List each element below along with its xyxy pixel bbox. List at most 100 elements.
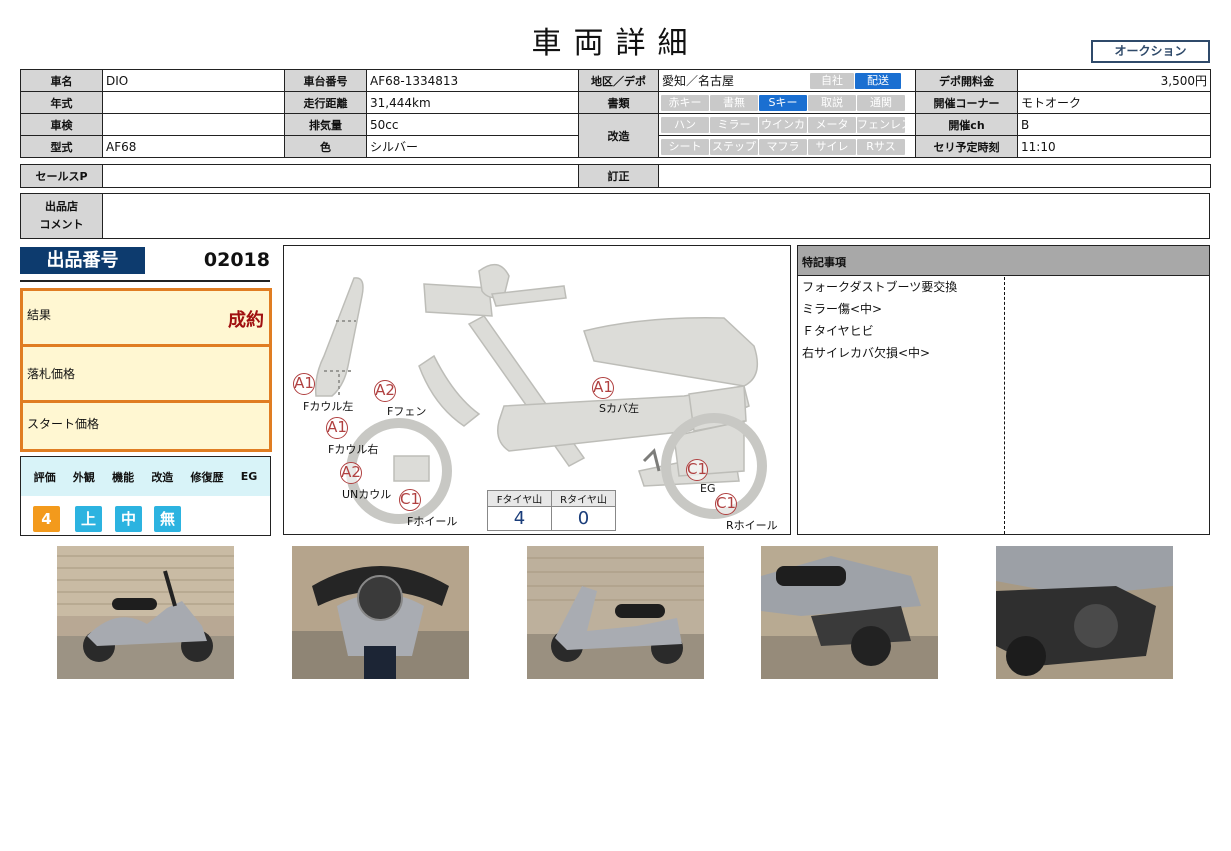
model-label: 型式 [20,135,103,158]
fee-value: 3,500円 [1017,69,1211,92]
note-line-1: フォークダストブーツ要交換 [802,280,958,294]
docs-tag-manual: 取説 [808,94,856,111]
eval-header-eg: EG [240,470,258,483]
damage-part-1: Fカウル左 [303,400,354,413]
year-value [102,91,285,114]
salespoint-value [102,164,579,188]
eval-header-score: 評価 [33,470,56,484]
photo-engine-image [996,546,1173,679]
damage-code-7: C1 [686,459,708,481]
lot-label: 出品番号 [20,247,145,274]
comment-text [103,194,1209,238]
damage-code-5: C1 [399,489,421,511]
spec-table: 車名 DIO 車台番号 AF68-1334813 地区／デポ 愛知／名古屋 自社配… [20,69,1211,158]
photo-engine[interactable] [996,546,1173,679]
mod-tag-winker: ウインカ [759,116,807,133]
mod-tag-handle: ハン [661,116,709,133]
displacement-label: 排気量 [284,113,367,136]
damage-part-2: Fフェン [387,405,427,418]
comment-label-line1: 出品店 [45,200,78,213]
fee-label: デポ開料金 [915,69,1018,92]
displacement-value: 50cc [366,113,579,136]
frame-label: 車台番号 [284,69,367,92]
special-notes-box: 特記事項 フォークダストブーツ要交換 ミラー傷<中> Ｆタイヤヒビ 右サイレカバ… [797,245,1210,535]
mods-label: 改造 [578,113,659,158]
delivery-tag: 配送 [855,73,901,90]
notes-divider [1004,277,1005,534]
result-row: 結果 成約 [23,291,269,347]
eval-header-exterior: 外観 [72,470,95,484]
special-notes-title: 特記事項 [798,246,1209,276]
eval-function-badge: 中 [115,506,142,532]
tire-tread-table: Fタイヤ山 Rタイヤ山 4 0 [487,490,616,531]
eval-score-badge: 4 [33,506,60,532]
hammer-price-label: 落札価格 [27,367,76,381]
result-label: 結果 [27,308,52,322]
sales-table: セールスP 訂正 [20,164,1211,188]
damage-code-6: A1 [592,377,614,399]
eval-exterior-badge: 上 [75,506,102,532]
frame-value: AF68-1334813 [366,69,579,92]
photo-left-side[interactable] [57,546,234,679]
damage-code-3: A1 [326,417,348,439]
damage-code-8: C1 [715,493,737,515]
photo-right-rear[interactable] [761,546,938,679]
auction-button[interactable]: オークション [1091,40,1210,63]
mod-tag-seat: シート [661,138,709,155]
ch-label: 開催ch [915,113,1018,136]
mod-tag-meter: メータ [808,116,856,133]
damage-diagram: A1 Fカウル左 A2 Fフェン A1 Fカウル右 A2 UNカウル C1 Fホ… [283,245,791,535]
damage-code-2: A2 [374,380,396,402]
name-label: 車名 [20,69,103,92]
rear-tread-label: Rタイヤ山 [551,490,616,507]
salespoint-label: セールスP [20,164,103,188]
note-line-2: ミラー傷<中> [802,302,883,316]
eval-header-repair: 修復歴 [190,470,224,484]
time-label: セリ予定時刻 [915,135,1018,158]
lot-number: 02018 [203,249,270,271]
docs-tags: 赤キー 書無 Sキー 取説 通関 [658,91,916,114]
region-value: 愛知／名古屋 [662,73,735,88]
ch-value: B [1017,113,1211,136]
evaluation-box: 評価 外観 機能 改造 修復歴 EG 4 上 中 無 [20,456,271,536]
mod-tag-muffler: マフラ [759,138,807,155]
comment-label: 出品店 コメント [21,194,103,238]
docs-label: 書類 [578,91,659,114]
photo-meter[interactable] [292,546,469,679]
photo-left-side-2[interactable] [527,546,704,679]
result-value: 成約 [228,310,264,331]
mileage-value: 31,444km [366,91,579,114]
start-price-label: スタート価格 [27,417,100,431]
docs-tag-no-doc: 書無 [710,94,758,111]
damage-code-4: A2 [340,462,362,484]
docs-tag-s-key: Sキー [759,94,807,111]
time-value: 11:10 [1017,135,1211,158]
eval-header-modified: 改造 [151,470,174,484]
name-value: DIO [102,69,285,92]
mod-tag-fenderless: フェンレス [857,116,912,133]
photo-left-side-2-image [527,546,704,679]
color-label: 色 [284,135,367,158]
self-tag: 自社 [810,73,854,90]
damage-part-3: Fカウル右 [328,443,379,456]
color-value: シルバー [366,135,579,158]
mods-tags-1: ハン ミラー ウインカ メータ フェンレス [658,113,916,136]
start-price-row: スタート価格 [23,403,269,449]
mod-tag-rear-susp: Rサス [857,138,905,155]
region-label: 地区／デポ [578,69,659,92]
docs-tag-red-key: 赤キー [661,94,709,111]
lot-underline [20,280,270,282]
damage-part-8: Rホイール [726,519,778,532]
docs-tag-customs: 通関 [857,94,905,111]
damage-part-6: Sカバ左 [599,402,639,415]
front-tread-value: 4 [487,506,552,531]
eval-header-function: 機能 [112,470,135,484]
photo-left-side-image [57,546,234,679]
damage-code-1: A1 [293,373,315,395]
mods-tags-2: シート ステップ マフラ サイレ Rサス [658,135,916,158]
region-cell: 愛知／名古屋 自社 配送 [658,69,916,92]
evaluation-header: 評価 外観 機能 改造 修復歴 EG [21,457,270,496]
inspection-label: 車検 [20,113,103,136]
model-value: AF68 [102,135,285,158]
inspection-value [102,113,285,136]
